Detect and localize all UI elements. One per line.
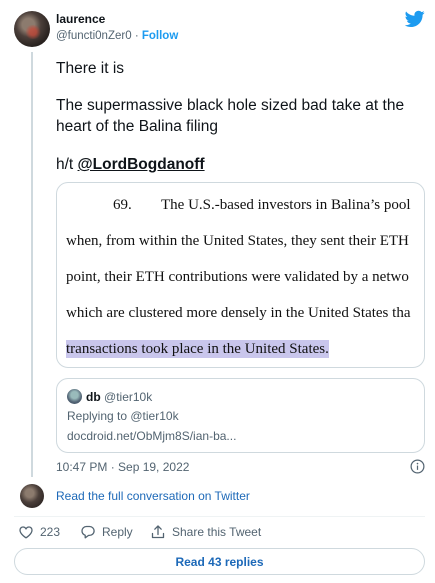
like-count: 223: [40, 525, 61, 539]
quoted-avatar: [67, 389, 82, 404]
reply-icon: [81, 525, 95, 539]
quoted-author: db @tier10k: [86, 390, 152, 404]
reply-button[interactable]: Reply: [80, 524, 133, 540]
share-icon: [151, 525, 165, 539]
quoted-handle: @tier10k: [104, 390, 153, 404]
read-full-conversation-link[interactable]: Read the full conversation on Twitter: [56, 489, 250, 503]
document-line-2: when, from within the United States, the…: [66, 233, 409, 249]
separator-dot: ·: [134, 30, 139, 42]
mention-link[interactable]: @LordBogdanoff: [78, 156, 205, 173]
read-replies-button[interactable]: Read 43 replies: [14, 548, 425, 575]
tweet-hat-tip: h/t @LordBogdanoff: [56, 154, 205, 175]
author-avatar[interactable]: [14, 11, 50, 47]
conversation-avatar: [20, 484, 44, 508]
reply-label: Reply: [102, 525, 133, 539]
quoted-link: docdroid.net/ObMjm8S/ian-ba...: [67, 429, 237, 443]
tweet-text-line-2: The supermassive black hole sized bad ta…: [56, 97, 405, 135]
quoted-tweet[interactable]: db @tier10k Replying to @tier10k docdroi…: [56, 378, 425, 453]
document-image[interactable]: 69. The U.S.-based investors in Balina’s …: [56, 182, 425, 368]
info-icon[interactable]: [410, 459, 425, 474]
document-line-3: point, their ETH contributions were vali…: [66, 269, 409, 285]
follow-link[interactable]: Follow: [142, 30, 178, 42]
document-line-4: which are clustered more densely in the …: [66, 305, 411, 321]
tweet-text-line-1: There it is: [56, 60, 125, 77]
divider: [14, 516, 425, 517]
author-name[interactable]: laurence: [56, 12, 105, 26]
thread-connector-line: [31, 52, 33, 477]
embedded-tweet: laurence @functi0nZer0 · Follow There it…: [0, 0, 435, 583]
action-bar: 223 Reply Share this Tweet: [0, 524, 435, 542]
heart-icon: [19, 526, 33, 539]
document-line-1-text: The U.S.-based investors in Balina’s poo…: [161, 197, 411, 213]
like-button[interactable]: 223: [18, 524, 60, 540]
document-line-5: transactions took place in the United St…: [66, 340, 329, 358]
author-handle[interactable]: @functi0nZer0: [56, 30, 132, 42]
author-handle-row: @functi0nZer0 · Follow: [56, 30, 178, 42]
tweet-timestamp[interactable]: 10:47 PM · Sep 19, 2022: [56, 460, 189, 474]
share-button[interactable]: Share this Tweet: [150, 524, 261, 540]
hat-tip-prefix: h/t: [56, 156, 74, 173]
quoted-replying-to: Replying to @tier10k: [67, 409, 179, 423]
twitter-bird-icon[interactable]: [405, 10, 425, 28]
paragraph-number: 69.: [113, 197, 132, 213]
quoted-name: db: [86, 390, 101, 404]
highlighted-text: transactions took place in the United St…: [66, 340, 329, 358]
share-label: Share this Tweet: [172, 525, 262, 539]
document-line-1: 69. The U.S.-based investors in Balina’s …: [113, 197, 411, 214]
